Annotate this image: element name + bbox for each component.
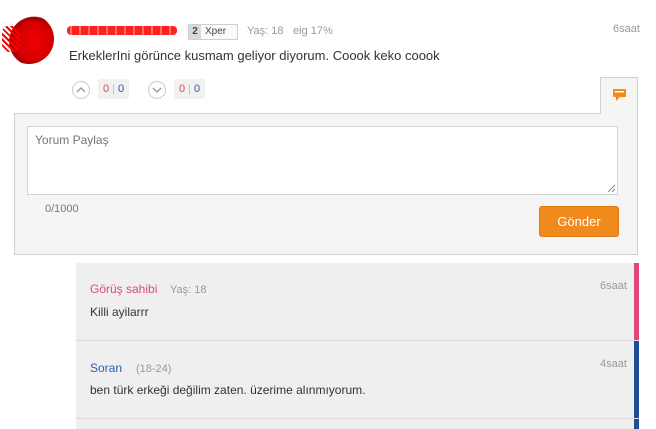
reply-author-meta: Yaş: 18 xyxy=(170,284,207,296)
level-label: Xper xyxy=(205,26,227,37)
resize-handle-icon[interactable] xyxy=(607,184,616,193)
upvote-count-blue: 0 xyxy=(117,83,125,95)
reply-time: 4saat xyxy=(600,358,627,370)
user-eig: eig 17% xyxy=(293,25,333,37)
upvote-counts: 0 | 0 xyxy=(98,79,130,99)
chat-bubble-icon xyxy=(613,89,626,101)
reply-time: 6saat xyxy=(600,280,627,292)
reply-stripe xyxy=(634,419,639,429)
reply-author[interactable]: Görüş sahibi xyxy=(90,282,157,296)
reply-text: ben türk erkeği değilim zaten. üzerime a… xyxy=(90,383,366,397)
vote-separator: | xyxy=(112,83,115,95)
comment-input[interactable] xyxy=(27,126,618,195)
reply-stripe xyxy=(634,263,639,341)
user-level-badge: 2 Xper xyxy=(188,24,238,40)
upvote-button[interactable] xyxy=(72,81,90,99)
vote-separator: | xyxy=(188,83,191,95)
user-age: Yaş: 18 xyxy=(247,25,284,37)
downvote-counts: 0 | 0 xyxy=(174,79,206,99)
downvote-count-blue: 0 xyxy=(193,83,201,95)
level-number: 2 xyxy=(189,25,201,39)
reply-author-meta: (18-24) xyxy=(136,363,172,375)
submit-button[interactable]: Gönder xyxy=(539,206,619,237)
reply-tab[interactable] xyxy=(600,77,638,114)
reply-item: Soran (18-24) 4saat ben türk erkeği deği… xyxy=(76,341,639,419)
reply-item xyxy=(76,419,639,429)
character-counter: 0/1000 xyxy=(45,203,79,215)
reply-item: Görüş sahibi Yaş: 18 6saat Killi ayilarr… xyxy=(76,263,639,341)
comment-time: 6saat xyxy=(613,23,640,35)
reply-author[interactable]: Soran xyxy=(90,361,122,375)
avatar-scribble xyxy=(2,26,20,52)
chevron-up-icon xyxy=(76,87,86,93)
comment-text: ErkeklerIni görünce kusmam geliyor diyor… xyxy=(69,48,440,63)
downvote-button[interactable] xyxy=(148,81,166,99)
reply-text: Killi ayilarrr xyxy=(90,305,149,319)
reply-stripe xyxy=(634,341,639,419)
redacted-username xyxy=(67,26,177,35)
chevron-down-icon xyxy=(152,87,162,93)
